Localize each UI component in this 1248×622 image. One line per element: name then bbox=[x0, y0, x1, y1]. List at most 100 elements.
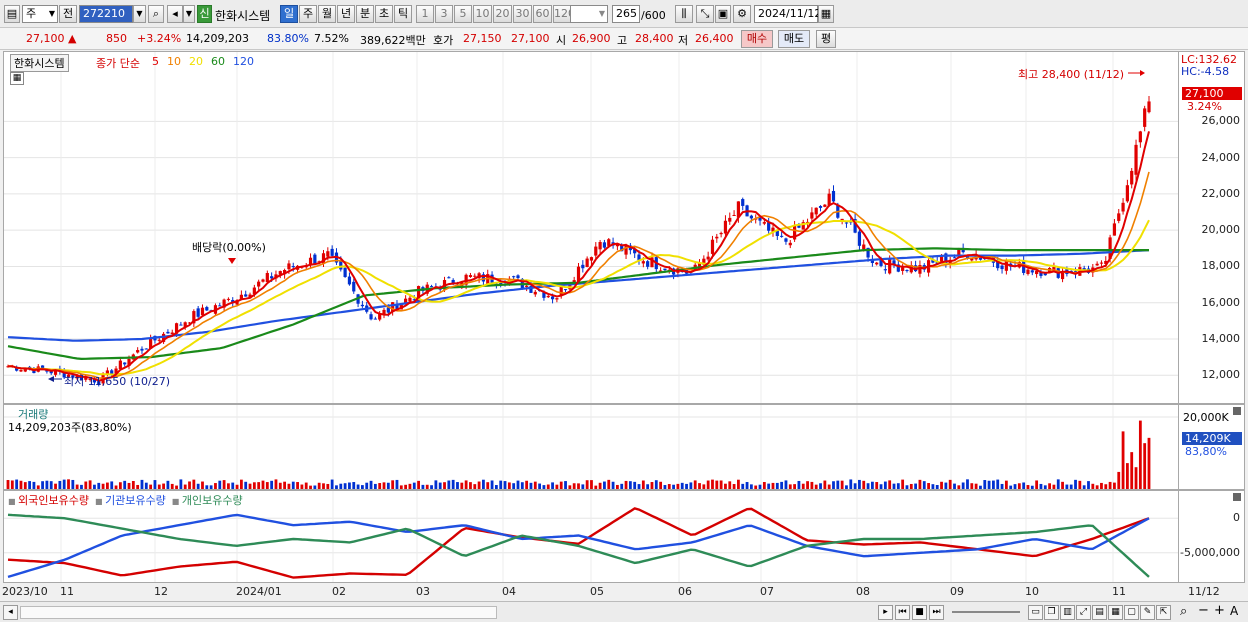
gear-icon[interactable]: ⚙ bbox=[733, 5, 751, 23]
interval-button-30[interactable]: 30 bbox=[513, 5, 532, 23]
volume-bar bbox=[19, 480, 23, 489]
export-icon[interactable]: ⇱ bbox=[1156, 605, 1171, 620]
volume-chart-panel[interactable]: 거래량 14,209,203주(83,80%) bbox=[3, 404, 1179, 490]
low-annotation: 최저 11,650 (10/27) bbox=[64, 375, 171, 388]
grid-icon[interactable]: ▦ bbox=[1108, 605, 1123, 620]
date-input[interactable]: 2024/11/12 bbox=[754, 5, 821, 23]
volume-bar bbox=[719, 480, 723, 489]
volume-bar bbox=[15, 479, 19, 489]
sell-button[interactable]: 매도 bbox=[778, 30, 810, 48]
code-dropdown-icon[interactable]: ▼ bbox=[133, 5, 146, 23]
window-icon[interactable]: ▢ bbox=[1124, 605, 1139, 620]
up-triangle-icon: ▲ bbox=[68, 32, 77, 45]
period-select[interactable]: 주 ▼ bbox=[22, 5, 58, 23]
interval-button-1[interactable]: 1 bbox=[416, 5, 434, 23]
volume-bar bbox=[992, 480, 995, 489]
interval-button-10[interactable]: 10 bbox=[473, 5, 492, 23]
candle-body bbox=[261, 279, 265, 282]
quote-volume: 14,209,203 bbox=[186, 32, 249, 45]
panel-close-icon[interactable] bbox=[1233, 407, 1241, 415]
count-input[interactable]: 265 bbox=[612, 5, 640, 23]
volume-bar bbox=[469, 482, 472, 489]
zoom-in-icon[interactable]: + bbox=[1214, 603, 1225, 618]
speaker-icon[interactable]: ◂ bbox=[167, 5, 183, 23]
candle-body bbox=[196, 308, 200, 317]
volume-bar bbox=[966, 479, 969, 489]
save-icon[interactable]: ▣ bbox=[715, 5, 731, 23]
hc-label: HC:-4.58 bbox=[1181, 65, 1230, 78]
volume-bar bbox=[957, 485, 961, 489]
period-tab-5[interactable]: 초 bbox=[375, 5, 393, 23]
candle-body bbox=[525, 285, 529, 287]
scroll-track[interactable] bbox=[20, 606, 497, 619]
price-ytick: 22,000 bbox=[1201, 186, 1241, 200]
price-ytick: 24,000 bbox=[1201, 150, 1241, 164]
candle-body bbox=[749, 215, 753, 219]
candle-type-icon[interactable]: ⫼ bbox=[675, 5, 693, 23]
candle-body bbox=[710, 239, 715, 254]
draw-tool-icon[interactable]: ⤡ bbox=[696, 5, 714, 23]
investor-legend-item: 외국인보유수량 bbox=[18, 494, 89, 507]
window-menu-icon[interactable]: ▤ bbox=[4, 5, 20, 23]
speaker-dropdown-icon[interactable]: ▼ bbox=[183, 5, 195, 23]
scroll-left-icon[interactable]: ◂ bbox=[3, 605, 18, 620]
candle-body bbox=[585, 258, 589, 267]
volume-bar bbox=[1125, 463, 1129, 489]
volume-bar bbox=[239, 479, 243, 489]
period-tab-0[interactable]: 일 bbox=[280, 5, 298, 23]
period-tab-1[interactable]: 주 bbox=[299, 5, 317, 23]
volume-bar bbox=[836, 480, 840, 489]
edit-icon[interactable]: ✎ bbox=[1140, 605, 1155, 620]
interval-button-5[interactable]: 5 bbox=[454, 5, 472, 23]
candle-body bbox=[1099, 262, 1104, 264]
ma-legend-10: 10 bbox=[167, 55, 181, 68]
quote-open: 26,900 bbox=[572, 32, 611, 45]
period-tab-6[interactable]: 틱 bbox=[394, 5, 412, 23]
volume-bar bbox=[149, 484, 153, 489]
period-tab-3[interactable]: 년 bbox=[337, 5, 355, 23]
dividend-arrow bbox=[228, 258, 236, 264]
stop-icon[interactable]: ■ bbox=[912, 605, 927, 620]
search-icon[interactable]: ⌕ bbox=[148, 5, 164, 23]
prev-button[interactable]: 전 bbox=[59, 5, 77, 23]
candle-body bbox=[429, 286, 434, 288]
candle-body bbox=[589, 257, 594, 261]
grid-toggle-icon[interactable]: ▦ bbox=[10, 72, 24, 85]
zoom-slider[interactable] bbox=[952, 611, 1020, 613]
interval-select[interactable]: ▼ bbox=[570, 5, 608, 23]
layout-icon[interactable]: ▭ bbox=[1028, 605, 1043, 620]
x-axis-label: 05 bbox=[590, 585, 604, 598]
scroll-right-icon[interactable]: ▸ bbox=[878, 605, 893, 620]
period-tab-4[interactable]: 분 bbox=[356, 5, 374, 23]
calendar-icon[interactable]: ▦ bbox=[818, 5, 834, 23]
volume-bar bbox=[339, 483, 343, 489]
copy-icon[interactable]: ❐ bbox=[1044, 605, 1059, 620]
table-icon[interactable]: ▤ bbox=[1092, 605, 1107, 620]
candle-body bbox=[468, 275, 473, 278]
investor-chart-panel[interactable]: ■ 외국인보유수량 ■ 기관보유수량 ■ 개인보유수량 bbox=[3, 490, 1179, 583]
panel-close-icon[interactable] bbox=[1233, 493, 1241, 501]
volume-bar bbox=[106, 482, 109, 489]
zoom-search-icon[interactable]: ⌕ bbox=[1180, 604, 1187, 619]
candle-body bbox=[741, 199, 745, 206]
last-icon[interactable]: ⏭ bbox=[929, 605, 944, 620]
candle-body bbox=[555, 298, 559, 300]
volume-bar bbox=[853, 483, 857, 489]
period-tab-2[interactable]: 월 bbox=[318, 5, 336, 23]
font-size-icon[interactable]: A bbox=[1230, 604, 1238, 618]
first-icon[interactable]: ⏮ bbox=[895, 605, 910, 620]
interval-button-3[interactable]: 3 bbox=[435, 5, 453, 23]
low-label: 저 bbox=[678, 34, 689, 47]
interval-button-20[interactable]: 20 bbox=[493, 5, 512, 23]
volume-bar bbox=[581, 484, 585, 489]
link-icon[interactable]: ⤢ bbox=[1076, 605, 1091, 620]
volume-bar bbox=[728, 481, 732, 489]
zoom-out-icon[interactable]: − bbox=[1198, 603, 1209, 618]
split-icon[interactable]: ▥ bbox=[1060, 605, 1075, 620]
buy-button[interactable]: 매수 bbox=[741, 30, 773, 48]
stock-code-input[interactable]: 272210 bbox=[79, 5, 133, 23]
price-chart-panel[interactable]: 한화시스템 종가 단순 5 10 20 60 120 ▦ 최고 28,400 (11/1… bbox=[3, 51, 1179, 404]
eval-button[interactable]: 평 bbox=[816, 30, 836, 48]
chart-scrollbar[interactable]: ◂ ▸ ⏮ ■ ⏭ ▭ ❐ ▥ ⤢ ▤ ▦ ▢ ✎ ⇱ ⌕ − + A bbox=[0, 601, 1248, 622]
interval-button-60[interactable]: 60 bbox=[533, 5, 552, 23]
